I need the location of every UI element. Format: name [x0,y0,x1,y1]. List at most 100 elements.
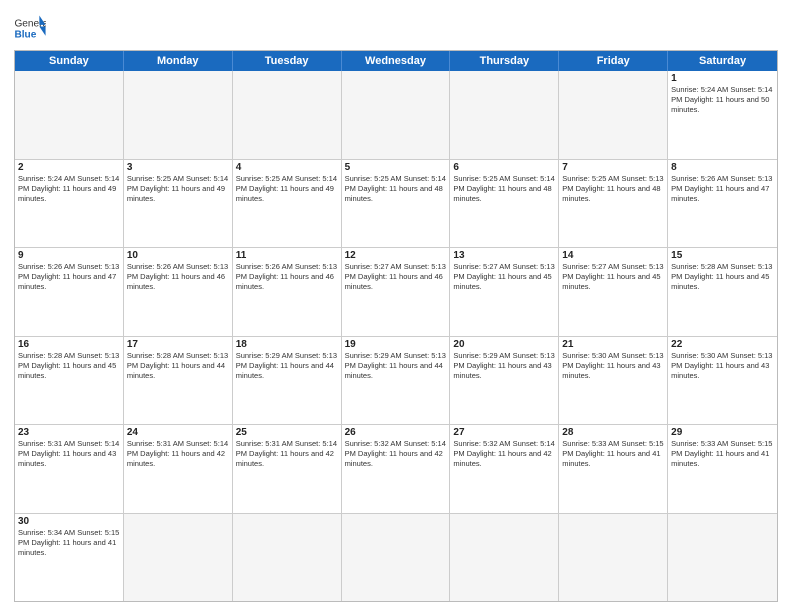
calendar-cell: 3Sunrise: 5:25 AM Sunset: 5:14 PM Daylig… [124,160,233,248]
day-number: 30 [18,516,120,527]
page: General Blue SundayMondayTuesdayWednesda… [0,0,792,612]
day-number: 5 [345,162,447,173]
calendar-cell: 6Sunrise: 5:25 AM Sunset: 5:14 PM Daylig… [450,160,559,248]
day-info: Sunrise: 5:24 AM Sunset: 5:14 PM Dayligh… [671,85,774,115]
day-info: Sunrise: 5:28 AM Sunset: 5:13 PM Dayligh… [127,351,229,381]
day-number: 17 [127,339,229,350]
calendar-cell: 7Sunrise: 5:25 AM Sunset: 5:13 PM Daylig… [559,160,668,248]
calendar-cell [559,514,668,602]
day-info: Sunrise: 5:30 AM Sunset: 5:13 PM Dayligh… [671,351,774,381]
day-info: Sunrise: 5:24 AM Sunset: 5:14 PM Dayligh… [18,174,120,204]
day-info: Sunrise: 5:31 AM Sunset: 5:14 PM Dayligh… [18,439,120,469]
day-number: 11 [236,250,338,261]
day-info: Sunrise: 5:31 AM Sunset: 5:14 PM Dayligh… [127,439,229,469]
calendar-cell: 14Sunrise: 5:27 AM Sunset: 5:13 PM Dayli… [559,248,668,336]
calendar-cell [559,71,668,159]
header: General Blue [14,10,778,42]
day-number: 14 [562,250,664,261]
day-number: 7 [562,162,664,173]
day-number: 4 [236,162,338,173]
day-number: 16 [18,339,120,350]
day-info: Sunrise: 5:30 AM Sunset: 5:13 PM Dayligh… [562,351,664,381]
calendar-cell: 20Sunrise: 5:29 AM Sunset: 5:13 PM Dayli… [450,337,559,425]
day-info: Sunrise: 5:25 AM Sunset: 5:14 PM Dayligh… [236,174,338,204]
day-info: Sunrise: 5:29 AM Sunset: 5:13 PM Dayligh… [453,351,555,381]
day-number: 27 [453,427,555,438]
calendar-cell: 30Sunrise: 5:34 AM Sunset: 5:15 PM Dayli… [15,514,124,602]
day-number: 26 [345,427,447,438]
day-number: 29 [671,427,774,438]
day-number: 8 [671,162,774,173]
day-number: 10 [127,250,229,261]
day-info: Sunrise: 5:26 AM Sunset: 5:13 PM Dayligh… [236,262,338,292]
calendar-cell: 11Sunrise: 5:26 AM Sunset: 5:13 PM Dayli… [233,248,342,336]
logo: General Blue [14,14,46,42]
calendar-cell: 16Sunrise: 5:28 AM Sunset: 5:13 PM Dayli… [15,337,124,425]
day-number: 28 [562,427,664,438]
day-info: Sunrise: 5:26 AM Sunset: 5:13 PM Dayligh… [671,174,774,204]
day-number: 13 [453,250,555,261]
logo-icon: General Blue [14,14,46,42]
day-info: Sunrise: 5:25 AM Sunset: 5:14 PM Dayligh… [345,174,447,204]
day-info: Sunrise: 5:33 AM Sunset: 5:15 PM Dayligh… [671,439,774,469]
calendar-cell: 15Sunrise: 5:28 AM Sunset: 5:13 PM Dayli… [668,248,777,336]
calendar-cell: 17Sunrise: 5:28 AM Sunset: 5:13 PM Dayli… [124,337,233,425]
day-info: Sunrise: 5:33 AM Sunset: 5:15 PM Dayligh… [562,439,664,469]
day-number: 22 [671,339,774,350]
calendar-cell: 25Sunrise: 5:31 AM Sunset: 5:14 PM Dayli… [233,425,342,513]
calendar-cell: 4Sunrise: 5:25 AM Sunset: 5:14 PM Daylig… [233,160,342,248]
calendar-cell [450,71,559,159]
weekday-header: Monday [124,51,233,71]
day-info: Sunrise: 5:27 AM Sunset: 5:13 PM Dayligh… [562,262,664,292]
day-info: Sunrise: 5:27 AM Sunset: 5:13 PM Dayligh… [453,262,555,292]
calendar-cell: 10Sunrise: 5:26 AM Sunset: 5:13 PM Dayli… [124,248,233,336]
day-number: 24 [127,427,229,438]
calendar-cell: 24Sunrise: 5:31 AM Sunset: 5:14 PM Dayli… [124,425,233,513]
day-number: 1 [671,73,774,84]
calendar-row: 23Sunrise: 5:31 AM Sunset: 5:14 PM Dayli… [15,425,777,514]
day-number: 2 [18,162,120,173]
calendar-cell: 26Sunrise: 5:32 AM Sunset: 5:14 PM Dayli… [342,425,451,513]
day-number: 6 [453,162,555,173]
weekday-header: Tuesday [233,51,342,71]
calendar-cell: 23Sunrise: 5:31 AM Sunset: 5:14 PM Dayli… [15,425,124,513]
calendar-row: 30Sunrise: 5:34 AM Sunset: 5:15 PM Dayli… [15,514,777,602]
weekday-header: Thursday [450,51,559,71]
day-info: Sunrise: 5:26 AM Sunset: 5:13 PM Dayligh… [127,262,229,292]
day-info: Sunrise: 5:27 AM Sunset: 5:13 PM Dayligh… [345,262,447,292]
calendar-cell [233,71,342,159]
calendar-cell: 29Sunrise: 5:33 AM Sunset: 5:15 PM Dayli… [668,425,777,513]
day-number: 21 [562,339,664,350]
day-info: Sunrise: 5:32 AM Sunset: 5:14 PM Dayligh… [345,439,447,469]
calendar-cell: 8Sunrise: 5:26 AM Sunset: 5:13 PM Daylig… [668,160,777,248]
weekday-header: Friday [559,51,668,71]
calendar-row: 1Sunrise: 5:24 AM Sunset: 5:14 PM Daylig… [15,71,777,160]
calendar-cell: 1Sunrise: 5:24 AM Sunset: 5:14 PM Daylig… [668,71,777,159]
calendar-row: 9 Sunrise: 5:26 AM Sunset: 5:13 PM Daylig… [15,248,777,337]
day-info: Sunrise: 5:28 AM Sunset: 5:13 PM Dayligh… [18,351,120,381]
day-number: 9 [18,250,120,261]
day-number: 25 [236,427,338,438]
calendar-cell: 19Sunrise: 5:29 AM Sunset: 5:13 PM Dayli… [342,337,451,425]
day-info: Sunrise: 5:25 AM Sunset: 5:14 PM Dayligh… [127,174,229,204]
calendar-cell [15,71,124,159]
day-number: 15 [671,250,774,261]
calendar-row: 16Sunrise: 5:28 AM Sunset: 5:13 PM Dayli… [15,337,777,426]
calendar-header: SundayMondayTuesdayWednesdayThursdayFrid… [15,51,777,71]
calendar: SundayMondayTuesdayWednesdayThursdayFrid… [14,50,778,602]
weekday-header: Sunday [15,51,124,71]
weekday-header: Wednesday [342,51,451,71]
day-number: 12 [345,250,447,261]
calendar-cell: 22Sunrise: 5:30 AM Sunset: 5:13 PM Dayli… [668,337,777,425]
calendar-cell [668,514,777,602]
day-info: Sunrise: 5:25 AM Sunset: 5:13 PM Dayligh… [562,174,664,204]
day-info: Sunrise: 5:29 AM Sunset: 5:13 PM Dayligh… [345,351,447,381]
svg-text:Blue: Blue [14,29,36,40]
calendar-cell [450,514,559,602]
day-number: 23 [18,427,120,438]
weekday-header: Saturday [668,51,777,71]
day-info: Sunrise: 5:31 AM Sunset: 5:14 PM Dayligh… [236,439,338,469]
day-info: Sunrise: 5:25 AM Sunset: 5:14 PM Dayligh… [453,174,555,204]
calendar-cell: 28Sunrise: 5:33 AM Sunset: 5:15 PM Dayli… [559,425,668,513]
calendar-cell: 9Sunrise: 5:26 AM Sunset: 5:13 PM Daylig… [15,248,124,336]
